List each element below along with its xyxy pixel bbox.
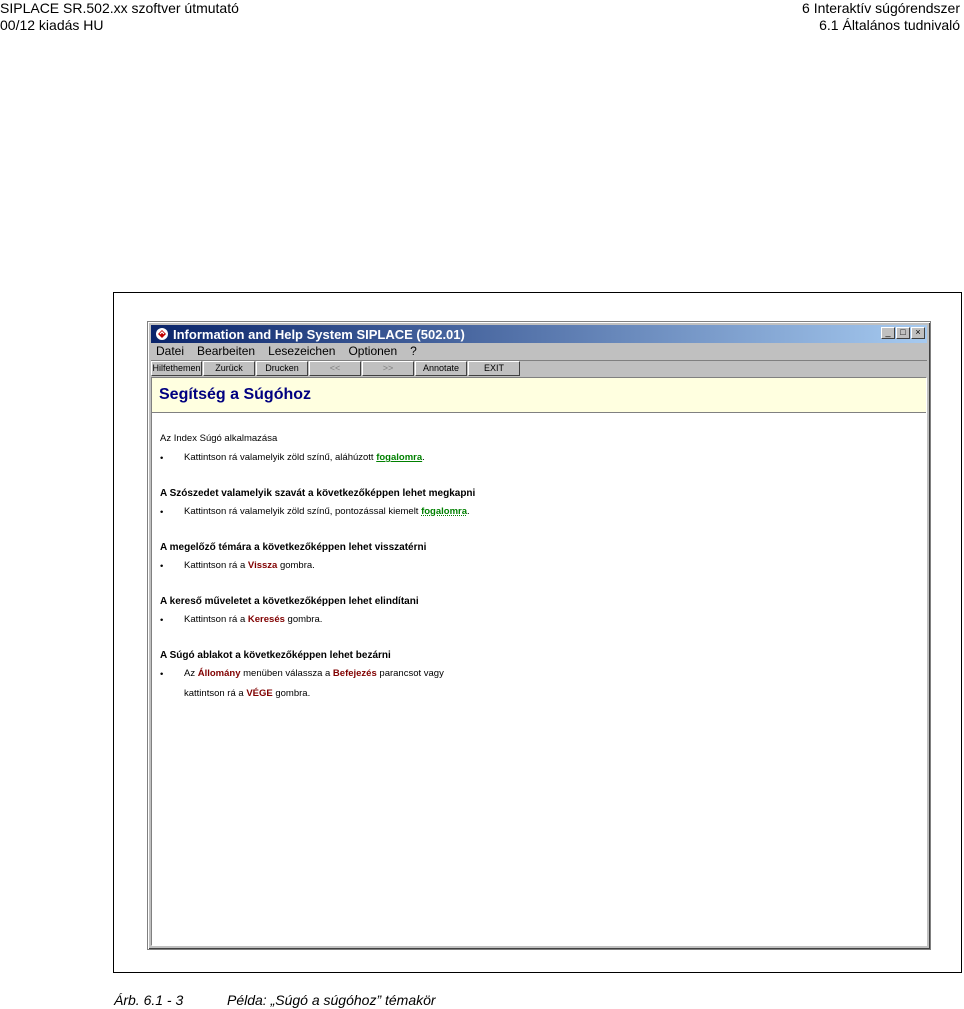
title-bar[interactable]: Information and Help System SIPLACE (502… (151, 325, 927, 343)
section-heading: A Szószedet valamelyik szavát a következ… (160, 488, 476, 499)
key-vege: VÉGE (246, 688, 273, 699)
help-window: Information and Help System SIPLACE (502… (147, 321, 931, 950)
bullet: • (160, 615, 164, 626)
key-allomany: Állomány (197, 668, 241, 679)
section-search: A kereső műveletet a következőképpen leh… (160, 596, 926, 630)
browse-back-button[interactable]: << (309, 361, 361, 376)
toolbar: Hilfethemen Zurück Drucken << >> Annotat… (151, 360, 927, 377)
list-item: • Kattintson rá valamelyik zöld színű, a… (160, 452, 926, 468)
chapter-title: 6 Interaktív súgórendszer (802, 0, 960, 16)
doc-title: SIPLACE SR.502.xx szoftver útmutató (0, 0, 239, 16)
close-button[interactable]: × (911, 327, 925, 339)
topic-banner: Segítség a Súgóhoz (152, 378, 926, 413)
bullet: • (160, 561, 164, 572)
bullet: • (160, 669, 164, 680)
key-vissza: Vissza (247, 560, 278, 571)
caption-text: Példa: „Súgó a súgóhoz” témakör (227, 992, 436, 1008)
zurueck-button[interactable]: Zurück (203, 361, 255, 376)
minimize-button[interactable]: _ (881, 327, 895, 339)
section-back: A megelőző témára a következőképpen lehe… (160, 542, 926, 576)
window-controls: _ □ × (880, 327, 925, 339)
menu-optionen[interactable]: Optionen (348, 344, 397, 358)
list-item: • Az Állomány menüben válassza a Befejez… (160, 668, 926, 704)
browse-forward-button[interactable]: >> (362, 361, 414, 376)
section-heading: A kereső műveletet a következőképpen leh… (160, 596, 419, 607)
list-item: • Kattintson rá a Keresés gombra. (160, 614, 926, 630)
list-item: • Kattintson rá valamelyik zöld színű, p… (160, 506, 926, 522)
caption-label: Árb. 6.1 - 3 (114, 992, 184, 1008)
section-close: A Súgó ablakot a következőképpen lehet b… (160, 650, 926, 704)
term-link[interactable]: fogalomra (376, 452, 422, 463)
bullet: • (160, 507, 164, 518)
section-title: 6.1 Általános tudnivaló (819, 17, 960, 33)
topic-title: Segítség a Súgóhoz (159, 386, 312, 403)
list-item: • Kattintson rá a Vissza gombra. (160, 560, 926, 576)
intro-text: Az Index Súgó alkalmazása (160, 433, 278, 444)
bullet: • (160, 453, 164, 464)
figure-caption: Árb. 6.1 - 3 Példa: „Súgó a súgóhoz” téma… (114, 992, 436, 1008)
section-index: • Kattintson rá valamelyik zöld színű, a… (160, 452, 926, 468)
menu-help[interactable]: ? (410, 344, 417, 358)
key-befejezes: Befejezés (332, 668, 377, 679)
glossary-link[interactable]: fogalomra (421, 506, 467, 517)
section-heading: A Súgó ablakot a következőképpen lehet b… (160, 650, 391, 661)
section-glossary: A Szószedet valamelyik szavát a következ… (160, 488, 926, 522)
page-header-right: 6 Interaktív súgórendszer 6.1 Általános … (802, 0, 960, 34)
help-content: Segítség a Súgóhoz Az Index Súgó alkalma… (151, 377, 927, 946)
annotate-button[interactable]: Annotate (415, 361, 467, 376)
hilfethemen-button[interactable]: Hilfethemen (151, 361, 202, 376)
key-kereses: Keresés (247, 614, 285, 625)
page-header-left: SIPLACE SR.502.xx szoftver útmutató 00/1… (0, 0, 239, 34)
menu-lesezeichen[interactable]: Lesezeichen (268, 344, 335, 358)
menu-bearbeiten[interactable]: Bearbeiten (197, 344, 255, 358)
topic-body: Az Index Súgó alkalmazása • Kattintson r… (152, 413, 926, 704)
menu-datei[interactable]: Datei (156, 344, 184, 358)
doc-edition: 00/12 kiadás HU (0, 17, 104, 33)
exit-button[interactable]: EXIT (468, 361, 520, 376)
section-heading: A megelőző témára a következőképpen lehe… (160, 542, 427, 553)
menu-bar: Datei Bearbeiten Lesezeichen Optionen ? (151, 343, 927, 359)
drucken-button[interactable]: Drucken (256, 361, 308, 376)
maximize-button[interactable]: □ (896, 327, 910, 339)
window-title: Information and Help System SIPLACE (502… (173, 326, 465, 342)
app-logo-icon (156, 328, 168, 340)
